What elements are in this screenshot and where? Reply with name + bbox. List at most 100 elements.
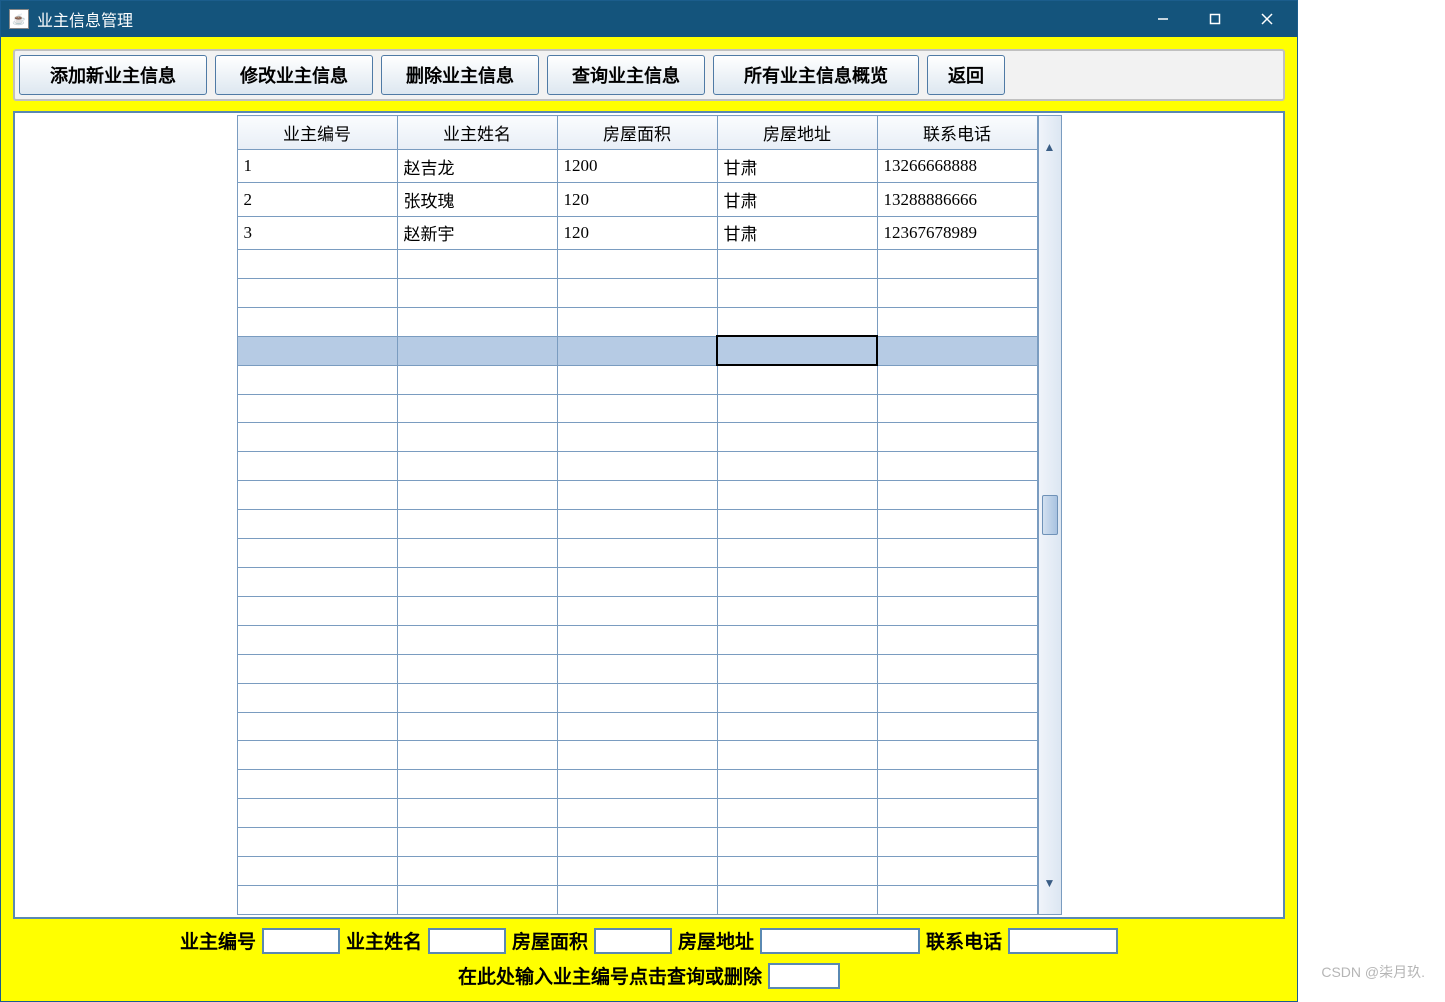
table-cell[interactable]: 甘肃	[717, 216, 877, 249]
table-cell[interactable]	[237, 770, 397, 799]
table-cell[interactable]	[557, 539, 717, 568]
header-phone[interactable]: 联系电话	[877, 116, 1037, 150]
scroll-down-icon[interactable]: ▼	[1044, 876, 1056, 890]
table-cell[interactable]	[397, 365, 557, 394]
table-cell[interactable]	[877, 857, 1037, 886]
table-cell[interactable]	[877, 885, 1037, 914]
header-id[interactable]: 业主编号	[237, 116, 397, 150]
table-cell[interactable]	[717, 596, 877, 625]
table-cell[interactable]	[397, 539, 557, 568]
table-row[interactable]	[237, 336, 1037, 365]
vertical-scrollbar[interactable]: ▲ ▼	[1038, 115, 1062, 915]
scroll-thumb[interactable]	[1042, 495, 1058, 535]
table-cell[interactable]	[877, 452, 1037, 481]
table-cell[interactable]	[717, 654, 877, 683]
table-cell[interactable]	[877, 654, 1037, 683]
table-cell[interactable]	[717, 712, 877, 741]
table-row[interactable]	[237, 307, 1037, 336]
table-cell[interactable]	[877, 539, 1037, 568]
table-cell[interactable]	[397, 452, 557, 481]
table-cell[interactable]	[397, 712, 557, 741]
table-cell[interactable]	[397, 596, 557, 625]
table-cell[interactable]	[717, 452, 877, 481]
table-cell[interactable]	[397, 336, 557, 365]
table-cell[interactable]	[877, 625, 1037, 654]
table-cell[interactable]: 甘肃	[717, 150, 877, 183]
header-address[interactable]: 房屋地址	[717, 116, 877, 150]
overview-button[interactable]: 所有业主信息概览	[713, 55, 919, 95]
table-cell[interactable]	[557, 625, 717, 654]
table-cell[interactable]	[557, 307, 717, 336]
maximize-button[interactable]	[1189, 4, 1241, 34]
table-cell[interactable]	[717, 510, 877, 539]
table-cell[interactable]	[717, 423, 877, 452]
table-cell[interactable]	[717, 307, 877, 336]
table-cell[interactable]	[557, 336, 717, 365]
table-cell[interactable]	[397, 885, 557, 914]
table-cell[interactable]	[717, 885, 877, 914]
table-cell[interactable]	[717, 250, 877, 279]
table-cell[interactable]	[557, 654, 717, 683]
table-row[interactable]	[237, 250, 1037, 279]
delete-owner-button[interactable]: 删除业主信息	[381, 55, 539, 95]
table-cell[interactable]	[397, 568, 557, 597]
table-cell[interactable]	[557, 423, 717, 452]
table-cell[interactable]: 赵新宇	[397, 216, 557, 249]
table-cell[interactable]	[557, 770, 717, 799]
table-cell[interactable]	[877, 741, 1037, 770]
table-cell[interactable]	[717, 683, 877, 712]
table-cell[interactable]	[237, 712, 397, 741]
input-query-id[interactable]	[768, 963, 840, 989]
table-cell[interactable]	[557, 857, 717, 886]
table-cell[interactable]	[717, 568, 877, 597]
table-row[interactable]	[237, 857, 1037, 886]
table-cell[interactable]	[877, 394, 1037, 423]
table-cell[interactable]	[557, 596, 717, 625]
table-cell[interactable]: 赵吉龙	[397, 150, 557, 183]
table-cell[interactable]: 2	[237, 183, 397, 216]
table-cell[interactable]	[717, 625, 877, 654]
table-cell[interactable]	[237, 654, 397, 683]
table-cell[interactable]	[557, 741, 717, 770]
table-row[interactable]: 2张玫瑰120甘肃13288886666	[237, 183, 1037, 216]
table-cell[interactable]	[717, 481, 877, 510]
table-cell[interactable]	[717, 394, 877, 423]
scroll-up-icon[interactable]: ▲	[1044, 140, 1056, 154]
input-area[interactable]	[594, 928, 672, 954]
table-row[interactable]	[237, 568, 1037, 597]
table-cell[interactable]	[237, 365, 397, 394]
table-cell[interactable]: 13266668888	[877, 150, 1037, 183]
table-cell[interactable]	[877, 250, 1037, 279]
table-cell[interactable]	[877, 828, 1037, 857]
table-row[interactable]: 1赵吉龙1200甘肃13266668888	[237, 150, 1037, 183]
table-cell[interactable]	[397, 683, 557, 712]
input-id[interactable]	[262, 928, 340, 954]
table-cell[interactable]	[557, 683, 717, 712]
table-cell[interactable]	[877, 712, 1037, 741]
table-cell[interactable]	[557, 799, 717, 828]
table-row[interactable]	[237, 799, 1037, 828]
table-cell[interactable]	[237, 307, 397, 336]
table-cell[interactable]	[237, 741, 397, 770]
table-cell[interactable]	[877, 481, 1037, 510]
table-cell[interactable]	[237, 278, 397, 307]
table-cell[interactable]	[877, 510, 1037, 539]
table-cell[interactable]	[877, 770, 1037, 799]
table-cell[interactable]	[237, 828, 397, 857]
table-cell[interactable]: 1	[237, 150, 397, 183]
table-cell[interactable]	[397, 423, 557, 452]
table-cell[interactable]	[557, 394, 717, 423]
table-cell[interactable]	[557, 452, 717, 481]
query-owner-button[interactable]: 查询业主信息	[547, 55, 705, 95]
table-cell[interactable]	[237, 452, 397, 481]
table-cell[interactable]	[237, 885, 397, 914]
table-cell[interactable]	[557, 278, 717, 307]
table-cell[interactable]	[237, 510, 397, 539]
table-cell[interactable]	[237, 394, 397, 423]
table-row[interactable]	[237, 683, 1037, 712]
back-button[interactable]: 返回	[927, 55, 1005, 95]
table-cell[interactable]	[557, 712, 717, 741]
table-cell[interactable]	[237, 625, 397, 654]
table-cell[interactable]	[397, 510, 557, 539]
table-cell[interactable]	[557, 481, 717, 510]
